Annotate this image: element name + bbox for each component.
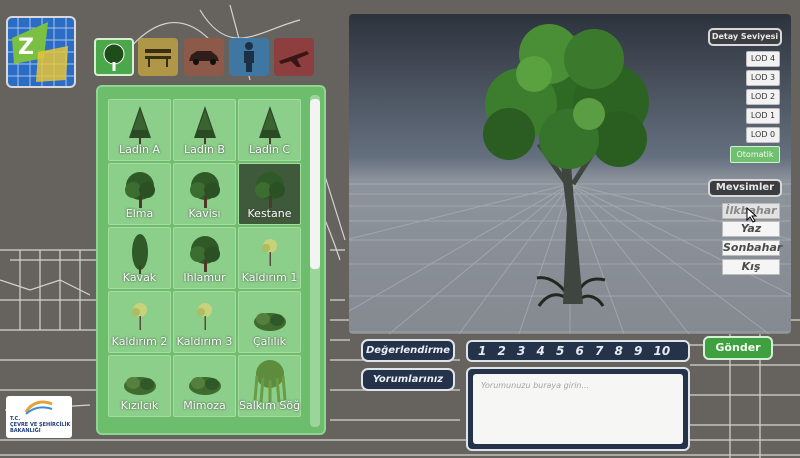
car-icon — [189, 51, 219, 65]
plant-item[interactable]: Salkım Söğ — [238, 355, 301, 417]
ministry-emblem-icon — [24, 400, 53, 415]
plant-item[interactable]: Ladin C — [238, 99, 301, 161]
plant-item-label: Kızılcık — [120, 399, 159, 412]
plane-icon — [279, 51, 309, 67]
plant-item-label: Mimoza — [183, 399, 226, 412]
rating-scale: 1 2 3 4 5 6 7 8 9 10 — [466, 340, 690, 362]
plant-item[interactable]: Kaldırım 2 — [108, 291, 171, 353]
plant-item[interactable]: Ladin A — [108, 99, 171, 161]
shrub-icon — [189, 377, 221, 395]
plant-grid: Ladin A Ladin B Ladin C Elma Kavisı Kestane Ka… — [108, 99, 304, 427]
sapling-icon — [197, 303, 212, 330]
plant-item-label: Ladin C — [248, 143, 291, 156]
lod-3-button[interactable]: LOD 3 — [746, 70, 780, 86]
comment-box — [466, 367, 690, 451]
plant-item-label: Salkım Söğ — [239, 399, 301, 412]
rating-option-7[interactable]: 7 — [595, 344, 615, 358]
chestnut-tree-model — [483, 24, 649, 307]
season-winter-button[interactable]: Kış — [722, 259, 780, 275]
plant-item-label: Kaldırım 3 — [176, 335, 233, 348]
ministry-line3: BAKANLIĞI — [10, 428, 41, 434]
rating-option-2[interactable]: 2 — [498, 344, 518, 358]
category-people-button[interactable] — [229, 38, 269, 76]
detail-level-title: Detay Seviyesi — [708, 28, 782, 46]
category-furniture-button[interactable] — [138, 38, 178, 76]
season-autumn-button[interactable]: Sonbahar — [722, 240, 782, 256]
category-trees-button[interactable] — [94, 38, 134, 76]
plant-item-label: Elma — [125, 207, 154, 220]
shrub-icon — [124, 377, 156, 395]
rating-option-6[interactable]: 6 — [576, 344, 596, 358]
plant-item-label: Ihlamur — [183, 271, 226, 284]
sapling-icon — [132, 303, 147, 330]
rating-option-10[interactable]: 10 — [654, 344, 674, 358]
seasons-title: Mevsimler — [708, 179, 782, 197]
plant-item[interactable]: Kaldırım 3 — [173, 291, 236, 353]
comment-input[interactable] — [473, 374, 683, 444]
rating-option-5[interactable]: 5 — [556, 344, 576, 358]
plant-item[interactable]: Kavak — [108, 227, 171, 289]
scrollbar-thumb[interactable] — [310, 99, 320, 269]
plant-item[interactable]: Kestane — [238, 163, 301, 225]
send-button[interactable]: Gönder — [703, 336, 773, 360]
plant-item-label: Kaldırım 1 — [241, 271, 298, 284]
plant-item[interactable]: Çalılık — [238, 291, 301, 353]
poplar-icon — [132, 234, 148, 274]
willow-icon — [253, 360, 287, 403]
rating-option-3[interactable]: 3 — [517, 344, 537, 358]
conifer-icon — [259, 106, 281, 144]
plant-item-label: Çalılık — [252, 335, 287, 348]
plant-item[interactable]: Kaldırım 1 — [238, 227, 301, 289]
plant-selection-panel: Ladin A Ladin B Ladin C Elma Kavisı Kestane Ka… — [96, 85, 326, 435]
plant-item[interactable]: Ladin B — [173, 99, 236, 161]
tree-icon — [190, 236, 220, 272]
mouse-cursor-icon — [746, 207, 758, 223]
tree-icon — [190, 172, 220, 208]
plant-item[interactable]: Kavisı — [173, 163, 236, 225]
lod-2-button[interactable]: LOD 2 — [746, 89, 780, 105]
plant-item[interactable]: Kızılcık — [108, 355, 171, 417]
svg-text:Z: Z — [18, 35, 34, 60]
person-icon — [244, 42, 254, 72]
plant-item[interactable]: Ihlamur — [173, 227, 236, 289]
rating-option-1[interactable]: 1 — [478, 344, 498, 358]
rating-option-4[interactable]: 4 — [537, 344, 557, 358]
rating-label-button[interactable]: Değerlendirme — [361, 339, 455, 362]
rating-option-9[interactable]: 9 — [634, 344, 654, 358]
lod-0-button[interactable]: LOD 0 — [746, 127, 780, 143]
plant-item-label: Kavisı — [188, 207, 221, 220]
plant-item-label: Kaldırım 2 — [111, 335, 168, 348]
tree-icon — [125, 172, 155, 208]
plant-item-label: Ladin A — [119, 143, 160, 156]
plant-item[interactable]: Elma — [108, 163, 171, 225]
conifer-icon — [194, 106, 216, 144]
rating-option-8[interactable]: 8 — [615, 344, 635, 358]
comments-label-button[interactable]: Yorumlarınız — [361, 368, 455, 391]
tree-icon — [255, 172, 285, 208]
3d-viewport[interactable] — [349, 14, 791, 334]
tree-icon — [103, 43, 125, 71]
bench-icon — [145, 49, 171, 67]
season-summer-button[interactable]: Yaz — [722, 221, 780, 237]
app-logo: Z — [6, 16, 76, 88]
plant-item[interactable]: Mimoza — [173, 355, 236, 417]
lod-automatic-button[interactable]: Otomatik — [730, 146, 780, 163]
sapling-icon — [262, 239, 277, 266]
lod-1-button[interactable]: LOD 1 — [746, 108, 780, 124]
shrub-icon — [254, 313, 286, 331]
category-aircraft-button[interactable] — [274, 38, 314, 76]
panel-scrollbar[interactable] — [310, 95, 320, 427]
conifer-icon — [129, 106, 151, 144]
ministry-logo: T.C. ÇEVRE VE ŞEHİRCİLİK BAKANLIĞI — [6, 396, 72, 438]
plant-item-label: Kestane — [247, 207, 292, 220]
lod-4-button[interactable]: LOD 4 — [746, 51, 780, 67]
category-vehicles-button[interactable] — [184, 38, 224, 76]
plant-item-label: Ladin B — [184, 143, 225, 156]
plant-item-label: Kavak — [122, 271, 157, 284]
